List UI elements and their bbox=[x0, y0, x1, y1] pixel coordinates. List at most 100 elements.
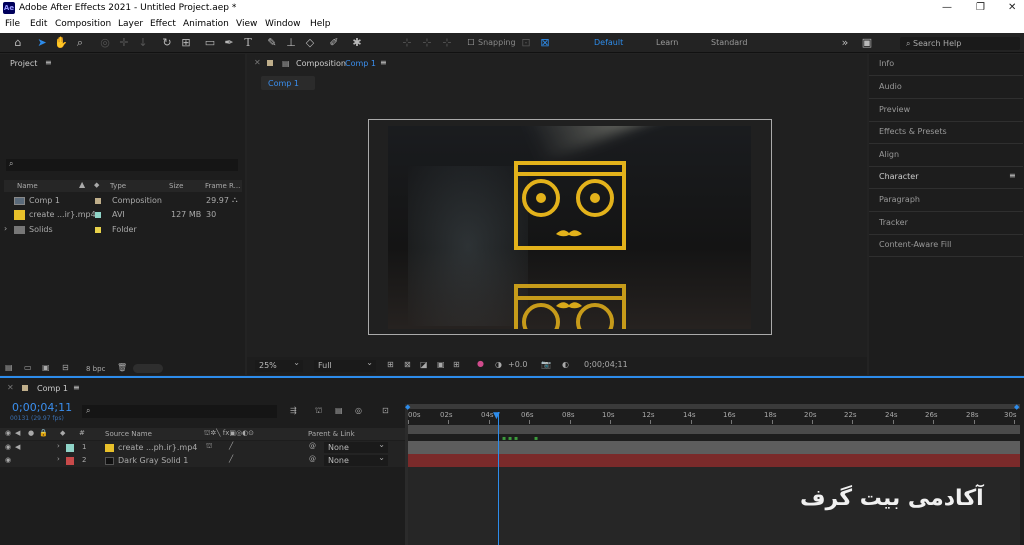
column-type[interactable]: Type bbox=[110, 182, 126, 190]
panel-effects-presets[interactable]: Effects & Presets bbox=[879, 127, 947, 136]
timeline-search-input[interactable]: ⌕ bbox=[82, 405, 277, 418]
snapshot-icon[interactable]: 📷 bbox=[541, 360, 551, 369]
timeline-timecode[interactable]: 0;00;04;11 bbox=[12, 401, 72, 414]
menu-composition[interactable]: Composition bbox=[55, 19, 111, 29]
view-axis-icon[interactable]: ⊹ bbox=[440, 36, 454, 50]
eraser-tool-icon[interactable]: ◇ bbox=[303, 36, 317, 50]
motion-blur-icon[interactable]: ◎ bbox=[355, 406, 362, 415]
project-tab[interactable]: Project bbox=[10, 59, 37, 68]
layer-row[interactable]: ◉ ◀ › 1 create ...ph.ir}.mp4 ⛫ ╱ @ None bbox=[0, 439, 405, 454]
quality-switch-icon[interactable]: ╱ bbox=[229, 442, 233, 450]
menu-help[interactable]: Help bbox=[310, 19, 331, 29]
snap-feather-icon[interactable]: ⊠ bbox=[538, 36, 552, 50]
panel-paragraph[interactable]: Paragraph bbox=[879, 195, 920, 204]
video-switch-icon[interactable]: ◉ bbox=[5, 429, 11, 437]
layer-label-swatch[interactable] bbox=[66, 457, 74, 465]
workspace-standard[interactable]: Standard bbox=[711, 38, 747, 47]
reset-exposure-icon[interactable]: ◑ bbox=[495, 360, 502, 369]
menu-animation[interactable]: Animation bbox=[183, 19, 229, 29]
comp-tab[interactable]: Comp 1 bbox=[261, 76, 315, 90]
audio-switch-icon[interactable]: ◀ bbox=[15, 429, 20, 437]
frame-blending-icon[interactable]: ▤ bbox=[335, 406, 343, 415]
lock-switch-icon[interactable]: 🔒 bbox=[39, 429, 48, 437]
label-column-icon[interactable]: ◆ bbox=[60, 429, 65, 437]
panel-audio[interactable]: Audio bbox=[879, 82, 902, 91]
label-column-icon[interactable]: ◆ bbox=[94, 181, 99, 189]
panel-character[interactable]: Character bbox=[879, 172, 919, 181]
timeline-tab[interactable]: Comp 1 bbox=[37, 384, 68, 393]
hand-tool-icon[interactable]: ✋ bbox=[54, 36, 68, 50]
brush-tool-icon[interactable]: ✎ bbox=[265, 36, 279, 50]
collapse-switch-icon[interactable]: ⛫ bbox=[206, 442, 212, 451]
exposure-value[interactable]: +0.0 bbox=[508, 360, 527, 369]
maximize-button[interactable]: ❐ bbox=[976, 2, 985, 13]
workspace-default[interactable]: Default bbox=[594, 38, 623, 47]
pan-camera-icon[interactable]: ✛ bbox=[117, 36, 131, 50]
more-workspaces-icon[interactable]: » bbox=[838, 36, 852, 50]
parent-dropdown[interactable]: None bbox=[324, 452, 388, 466]
solo-switch-icon[interactable]: ● bbox=[28, 429, 34, 437]
close-timeline-icon[interactable]: ✕ bbox=[7, 383, 14, 392]
comp-viewer[interactable] bbox=[388, 126, 751, 329]
project-settings-icon[interactable]: ⊟ bbox=[62, 363, 69, 372]
menu-effect[interactable]: Effect bbox=[150, 19, 176, 29]
video-toggle-icon[interactable]: ◉ bbox=[5, 456, 11, 464]
search-help-input[interactable]: ⌕ Search Help bbox=[900, 37, 1020, 50]
selection-tool-icon[interactable]: ➤ bbox=[35, 36, 49, 50]
project-menu-icon[interactable]: ≡ bbox=[45, 58, 52, 67]
workspace-learn[interactable]: Learn bbox=[656, 38, 678, 47]
rectangle-tool-icon[interactable]: ▭ bbox=[203, 36, 217, 50]
snapping-checkbox[interactable]: ☐ bbox=[464, 36, 478, 50]
menu-edit[interactable]: Edit bbox=[30, 19, 47, 29]
pen-tool-icon[interactable]: ✒ bbox=[222, 36, 236, 50]
local-axis-icon[interactable]: ⊹ bbox=[400, 36, 414, 50]
zoom-tool-icon[interactable]: ⌕ bbox=[73, 36, 87, 50]
expand-chevron-icon[interactable]: › bbox=[57, 455, 60, 463]
pick-whip-icon[interactable]: @ bbox=[309, 455, 316, 463]
panel-info[interactable]: Info bbox=[879, 59, 894, 68]
zoom-dropdown[interactable]: 25% bbox=[255, 357, 303, 372]
panel-align[interactable]: Align bbox=[879, 150, 899, 159]
expand-chevron-icon[interactable]: › bbox=[4, 224, 7, 233]
menu-file[interactable]: File bbox=[5, 19, 20, 29]
region-of-interest-icon[interactable]: ▣ bbox=[437, 360, 445, 369]
current-time-display[interactable]: 0;00;04;11 bbox=[584, 360, 628, 369]
color-channel-icon[interactable]: ● bbox=[477, 359, 484, 368]
panel-preview[interactable]: Preview bbox=[879, 105, 910, 114]
column-size[interactable]: Size bbox=[169, 182, 183, 190]
project-item[interactable]: › Solids Folder bbox=[4, 223, 242, 236]
graph-editor-icon[interactable]: ⊡ bbox=[382, 406, 389, 415]
pan-behind-tool-icon[interactable]: ⊞ bbox=[179, 36, 193, 50]
layer-name[interactable]: create ...ph.ir}.mp4 bbox=[118, 443, 197, 452]
puppet-pin-icon[interactable]: ✱ bbox=[350, 36, 364, 50]
dolly-camera-icon[interactable]: ↓ bbox=[136, 36, 150, 50]
expand-chevron-icon[interactable]: › bbox=[57, 442, 60, 450]
roto-brush-icon[interactable]: ✐ bbox=[327, 36, 341, 50]
bit-depth-button[interactable]: 8 bpc bbox=[86, 365, 105, 373]
layer-name[interactable]: Dark Gray Solid 1 bbox=[118, 456, 188, 465]
show-snapshot-icon[interactable]: ◐ bbox=[562, 360, 569, 369]
layer-row[interactable]: ◉ › 2 Dark Gray Solid 1 ╱ @ None bbox=[0, 452, 405, 467]
home-icon[interactable]: ⌂ bbox=[11, 36, 25, 50]
parent-link-column[interactable]: Parent & Link bbox=[308, 430, 355, 438]
close-panel-icon[interactable]: ✕ bbox=[254, 58, 261, 67]
pick-whip-icon[interactable]: @ bbox=[309, 442, 316, 450]
close-button[interactable]: ✕ bbox=[1008, 2, 1016, 13]
mask-visibility-icon[interactable]: ◪ bbox=[420, 360, 428, 369]
playhead-handle-icon[interactable]: ▼ bbox=[493, 411, 500, 421]
timeline-menu-icon[interactable]: ≡ bbox=[73, 383, 80, 392]
column-name[interactable]: Name bbox=[17, 182, 38, 190]
panel-content-aware-fill[interactable]: Content-Aware Fill bbox=[879, 240, 951, 249]
source-name-column[interactable]: Source Name bbox=[105, 430, 152, 438]
thumbnail-slider[interactable] bbox=[133, 364, 163, 373]
search-help-icon[interactable]: ▣ bbox=[860, 36, 874, 50]
snap-option-icon[interactable]: ⊡ bbox=[519, 36, 533, 50]
flowchart-icon[interactable]: ⛬ bbox=[232, 195, 238, 205]
comp-mini-flowchart-icon[interactable]: ⇶ bbox=[290, 406, 297, 415]
interpret-footage-icon[interactable]: ▤ bbox=[5, 363, 13, 372]
project-item[interactable]: create ...ir}.mp4 AVI 127 MB 30 bbox=[4, 208, 242, 221]
video-toggle-icon[interactable]: ◉ bbox=[5, 443, 11, 451]
fast-previews-icon[interactable]: ⊞ bbox=[387, 360, 394, 369]
menu-view[interactable]: View bbox=[236, 19, 257, 29]
character-menu-icon[interactable]: ≡ bbox=[1009, 171, 1016, 180]
